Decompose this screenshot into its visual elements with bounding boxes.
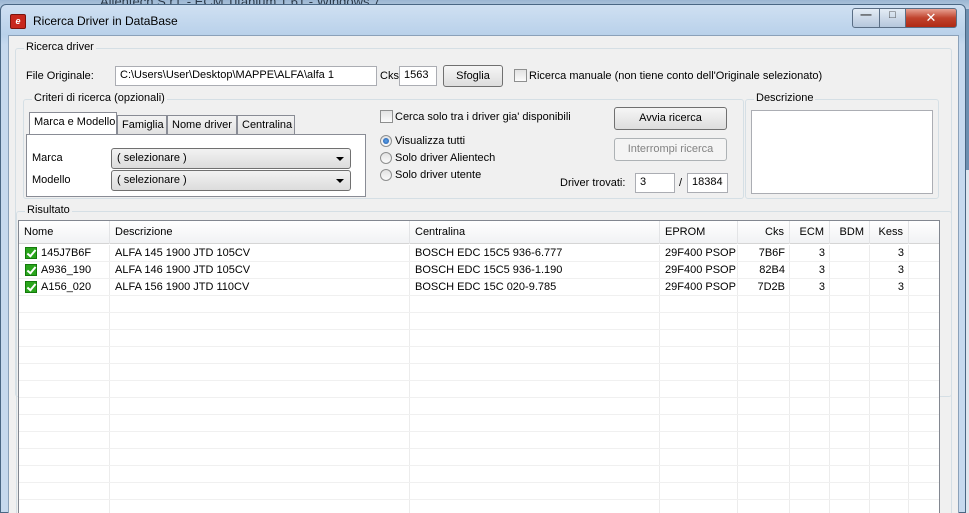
column-header-ecm[interactable]: ECM	[790, 221, 830, 244]
start-search-button[interactable]: Avvia ricerca	[614, 107, 727, 130]
risultato-label: Risultato	[25, 204, 72, 216]
criteri-tabs: Marca e Modello Famiglia Nome driver Cen…	[26, 112, 369, 200]
cell-kess: 3	[897, 281, 904, 293]
cell-ecm: 3	[818, 281, 825, 293]
titlebar[interactable]: e Ricerca Driver in DataBase — □ ✕	[1, 5, 965, 35]
cell-centralina: BOSCH EDC 15C5 936-6.777	[415, 247, 563, 259]
table-row[interactable]: 145J7B6F ALFA 145 1900 JTD 105CV BOSCH E…	[19, 245, 939, 262]
radio-solo-utente[interactable]	[380, 169, 392, 181]
modello-label: Modello	[32, 174, 71, 186]
descrizione-textarea[interactable]	[751, 110, 933, 194]
minimize-icon: —	[860, 9, 872, 21]
cell-bdm	[830, 279, 870, 296]
tab-famiglia[interactable]: Famiglia	[117, 115, 167, 134]
table-row[interactable]: A936_190 ALFA 146 1900 JTD 105CV BOSCH E…	[19, 262, 939, 279]
tab-panel-marca-modello: Marca ( selezionare ) Modello ( selezion…	[26, 134, 366, 197]
driver-found-count: 3	[635, 173, 675, 193]
column-header-kess[interactable]: Kess	[870, 221, 909, 244]
cell-bdm	[830, 262, 870, 279]
driver-found-total: 18384	[687, 173, 728, 193]
tab-marca-modello[interactable]: Marca e Modello	[29, 112, 117, 134]
results-list[interactable]: Nome Descrizione Centralina EPROM Cks EC…	[18, 220, 940, 513]
cell-centralina: BOSCH EDC 15C5 936-1.190	[415, 264, 563, 276]
cell-ecm: 3	[818, 264, 825, 276]
radio-solo-alientech-label: Solo driver Alientech	[395, 152, 496, 164]
marca-select[interactable]: ( selezionare )	[111, 148, 351, 169]
column-header-eprom[interactable]: EPROM	[660, 221, 738, 244]
radio-solo-alientech[interactable]	[380, 152, 392, 164]
app-logo-icon: e	[10, 14, 26, 29]
cell-cks: 7D2B	[757, 281, 785, 293]
cks-input[interactable]: 1563	[399, 66, 437, 86]
modello-select[interactable]: ( selezionare )	[111, 170, 351, 191]
cks-label: Cks	[380, 70, 399, 82]
cell-kess: 3	[897, 247, 904, 259]
cell-descrizione: ALFA 156 1900 JTD 110CV	[115, 281, 250, 293]
results-rows: 145J7B6F ALFA 145 1900 JTD 105CV BOSCH E…	[19, 245, 939, 500]
file-originale-label: File Originale:	[26, 70, 94, 82]
column-header-bdm[interactable]: BDM	[830, 221, 870, 244]
cell-eprom: 29F400 PSOP	[665, 247, 736, 259]
close-icon: ✕	[925, 10, 937, 25]
driver-found-label: Driver trovati:	[560, 177, 626, 189]
search-driver-dialog: e Ricerca Driver in DataBase — □ ✕ Ricer…	[0, 4, 966, 513]
table-row[interactable]: A156_020 ALFA 156 1900 JTD 110CV BOSCH E…	[19, 279, 939, 296]
chevron-down-icon	[336, 179, 344, 183]
maximize-icon: □	[889, 9, 896, 21]
column-header-cks[interactable]: Cks	[738, 221, 790, 244]
cell-nome: A156_020	[41, 281, 92, 293]
column-header-descrizione[interactable]: Descrizione	[110, 221, 410, 244]
maximize-button[interactable]: □	[879, 8, 906, 28]
criteri-label: Criteri di ricerca (opzionali)	[32, 92, 167, 104]
cell-eprom: 29F400 PSOP	[665, 281, 736, 293]
descrizione-label: Descrizione	[754, 92, 816, 104]
cell-cks: 7B6F	[758, 247, 785, 259]
close-button[interactable]: ✕	[905, 8, 957, 28]
tab-nome-driver[interactable]: Nome driver	[167, 115, 237, 134]
cell-eprom: 29F400 PSOP	[665, 264, 736, 276]
cell-nome: 145J7B6F	[41, 247, 92, 259]
marca-label: Marca	[32, 152, 63, 164]
only-available-label: Cerca solo tra i driver gia' disponibili	[395, 111, 571, 123]
window-title: Ricerca Driver in DataBase	[33, 14, 178, 28]
cell-nome: A936_190	[41, 264, 92, 276]
cell-centralina: BOSCH EDC 15C 020-9.785	[415, 281, 557, 293]
manual-search-checkbox[interactable]	[514, 69, 527, 82]
tab-centralina[interactable]: Centralina	[237, 115, 295, 134]
radio-visualizza-tutti-label: Visualizza tutti	[395, 135, 466, 147]
ricerca-driver-label: Ricerca driver	[24, 41, 96, 53]
radio-visualizza-tutti[interactable]	[380, 135, 392, 147]
results-header: Nome Descrizione Centralina EPROM Cks EC…	[19, 221, 939, 244]
only-available-checkbox[interactable]	[380, 110, 393, 123]
cell-kess: 3	[897, 264, 904, 276]
cell-descrizione: ALFA 146 1900 JTD 105CV	[115, 264, 251, 276]
cell-cks: 82B4	[759, 264, 785, 276]
column-header-centralina[interactable]: Centralina	[410, 221, 660, 244]
file-originale-input[interactable]: C:\Users\User\Desktop\MAPPE\ALFA\alfa 1	[115, 66, 377, 86]
minimize-button[interactable]: —	[852, 8, 880, 28]
cell-ecm: 3	[818, 247, 825, 259]
cell-descrizione: ALFA 145 1900 JTD 105CV	[115, 247, 251, 259]
manual-search-label: Ricerca manuale (non tiene conto dell'Or…	[529, 70, 823, 82]
chevron-down-icon	[336, 157, 344, 161]
driver-found-separator: /	[679, 177, 683, 189]
cell-bdm	[830, 245, 870, 262]
browse-button[interactable]: Sfoglia	[443, 65, 503, 87]
column-header-nome[interactable]: Nome	[19, 221, 110, 244]
radio-solo-utente-label: Solo driver utente	[395, 169, 482, 181]
stop-search-button[interactable]: Interrompi ricerca	[614, 138, 727, 161]
